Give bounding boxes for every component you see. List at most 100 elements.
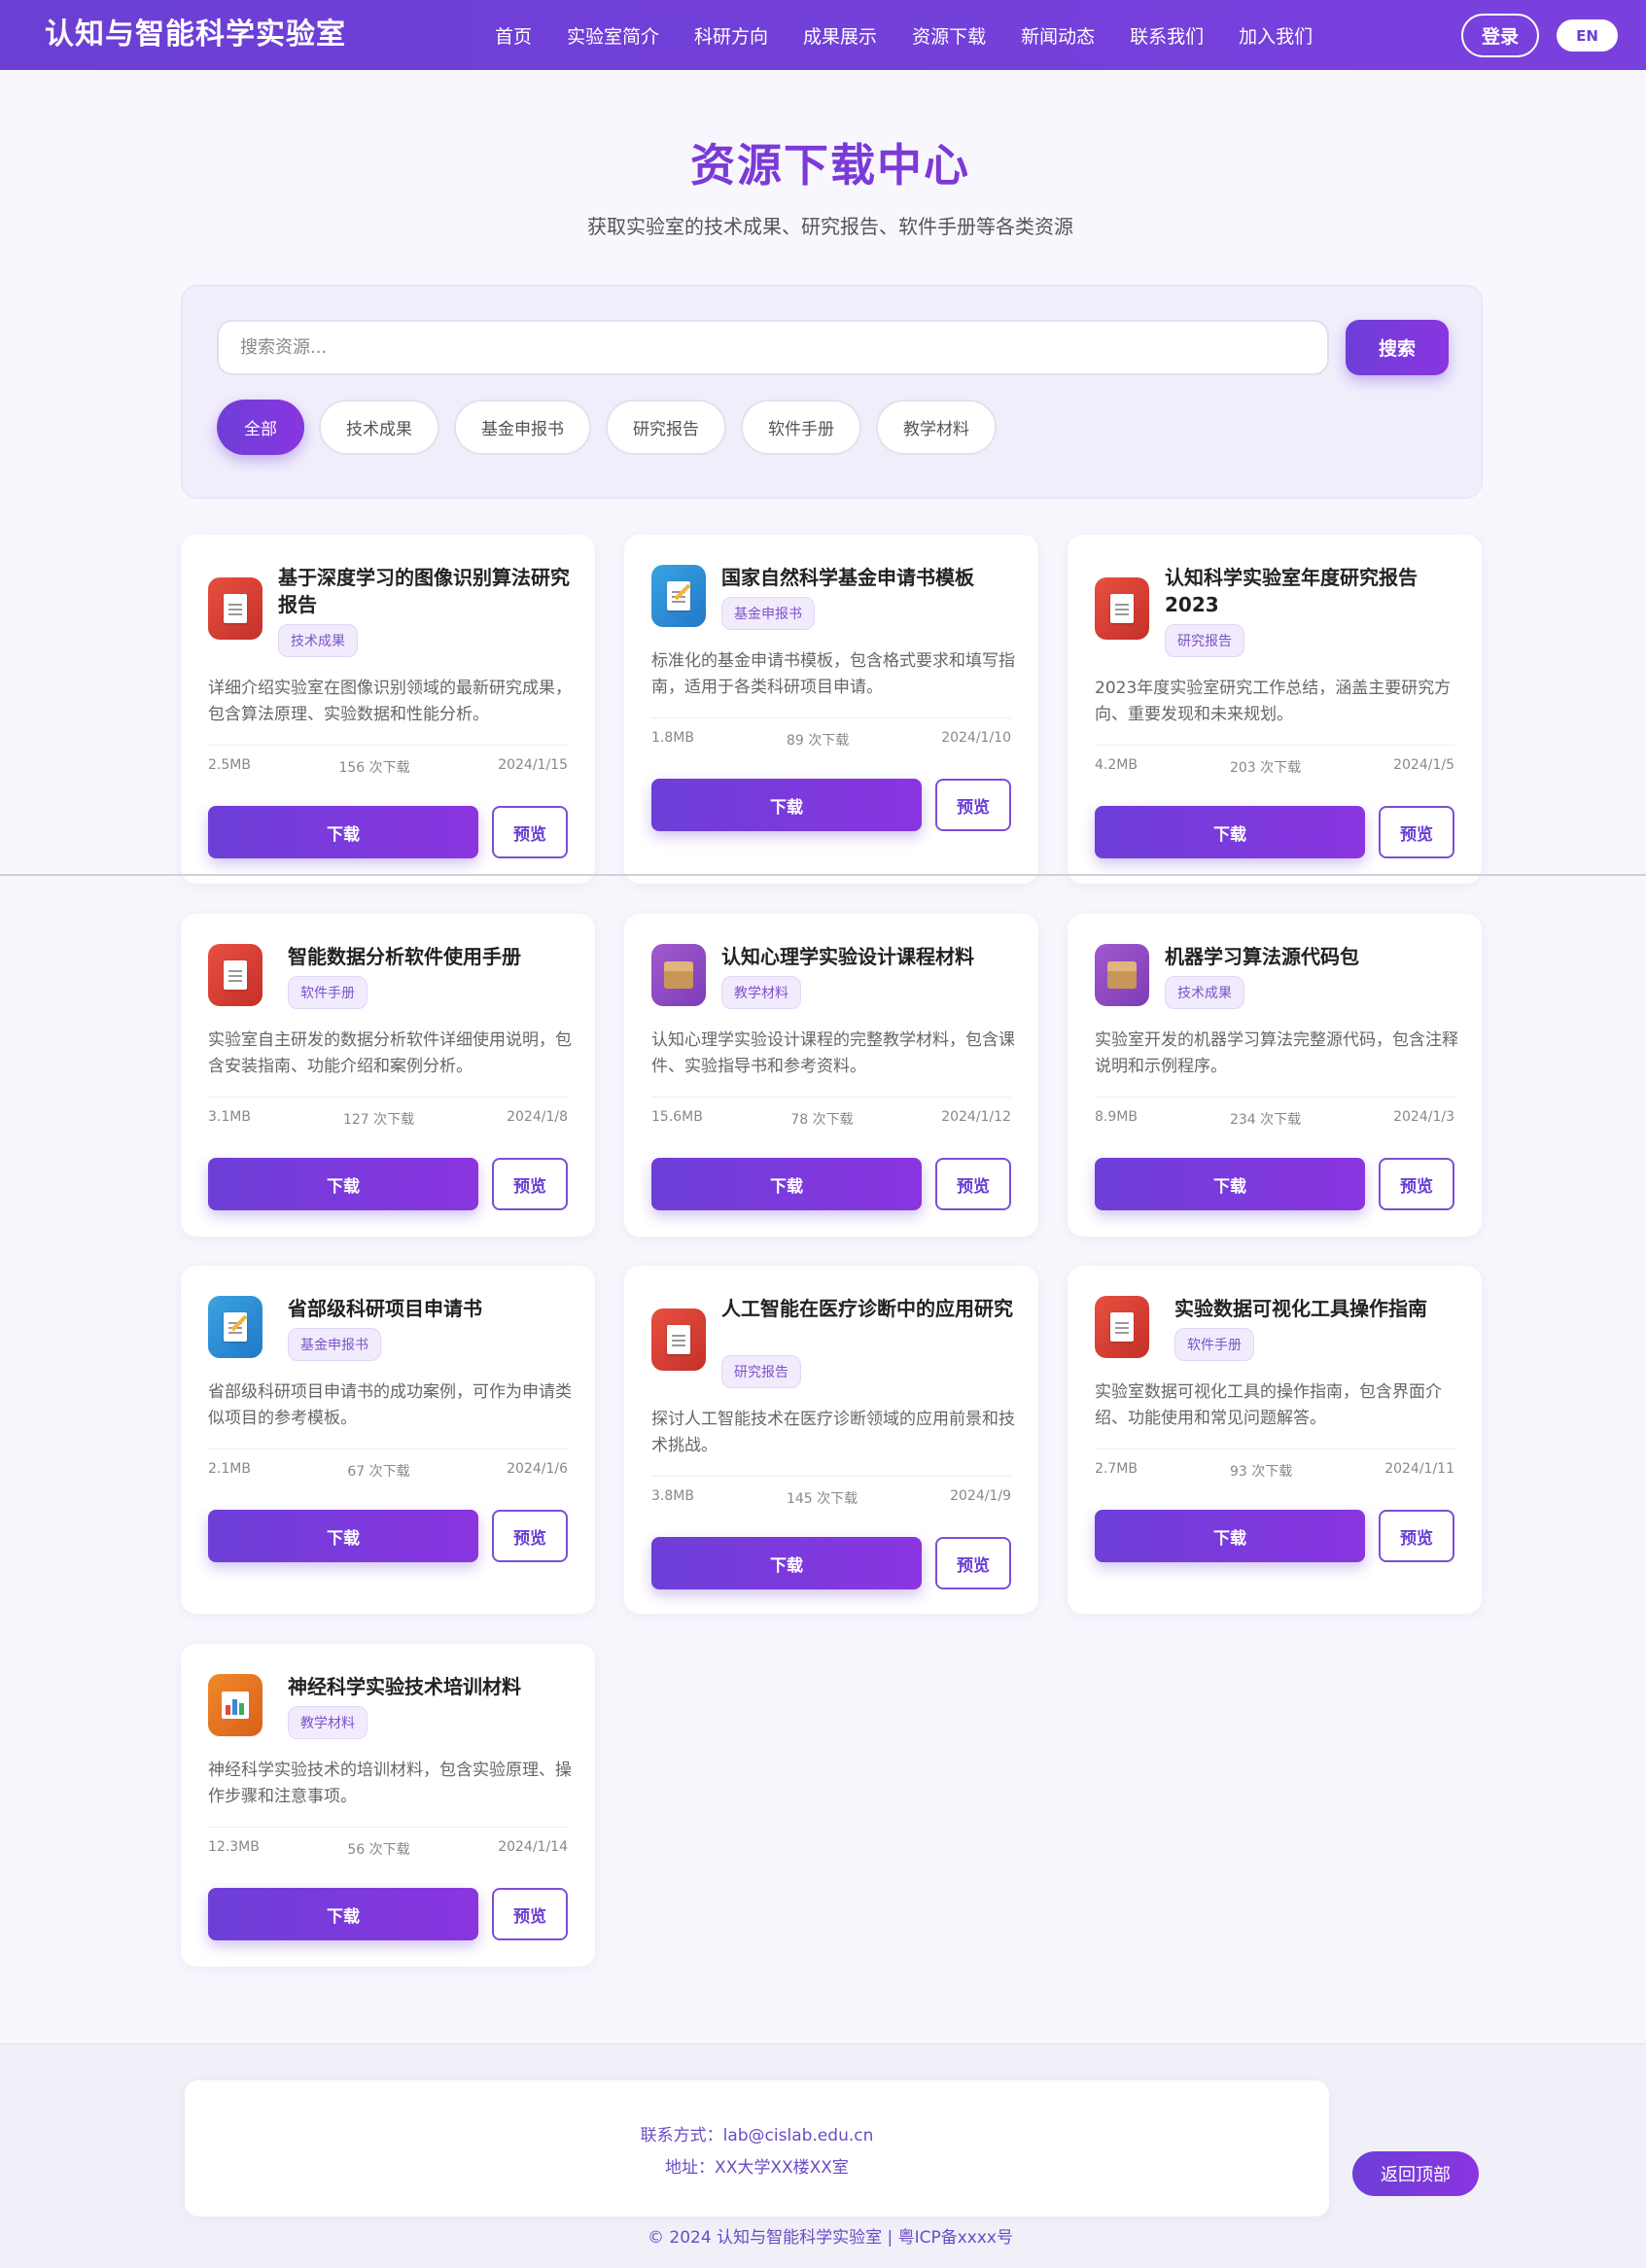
- resource-card: 机器学习算法源代码包 技术成果 实验室开发的机器学习算法完整源代码，包含注释说明…: [1068, 914, 1482, 1237]
- download-count: 78 次下载: [790, 1112, 854, 1128]
- card-divider: [208, 1097, 568, 1098]
- card-divider: [208, 745, 568, 746]
- resource-tag: 软件手册: [288, 976, 368, 1009]
- copyright: © 2024 认知与智能科学实验室 | 粤ICP备xxxx号: [648, 2228, 1013, 2248]
- preview-button[interactable]: 预览: [492, 806, 568, 858]
- nav-join[interactable]: 加入我们: [1221, 22, 1330, 49]
- file-size: 3.1MB: [208, 1109, 251, 1125]
- page-title: 资源下载中心: [690, 139, 970, 192]
- download-button[interactable]: 下载: [651, 1537, 922, 1589]
- download-button[interactable]: 下载: [208, 1158, 478, 1210]
- footer-address: 地址：XX大学XX楼XX室: [665, 2158, 849, 2178]
- filter-tech[interactable]: 技术成果: [319, 400, 439, 455]
- resource-meta: 2.1MB 67 次下载 2024/1/6: [208, 1461, 568, 1481]
- nav-downloads[interactable]: 资源下载: [894, 22, 1003, 49]
- card-divider: [1095, 745, 1454, 746]
- resource-description: 实验室数据可视化工具的操作指南，包含界面介绍、功能使用和常见问题解答。: [1095, 1382, 1442, 1428]
- file-size: 3.8MB: [651, 1488, 694, 1504]
- resource-tag: 基金申报书: [721, 597, 815, 630]
- download-count: 145 次下载: [786, 1491, 858, 1507]
- search-button[interactable]: 搜索: [1346, 320, 1449, 375]
- top-navbar: 认知与智能科学实验室 首页 实验室简介 科研方向 成果展示 资源下载 新闻动态 …: [0, 0, 1646, 70]
- resource-card: 实验数据可视化工具操作指南 软件手册 实验室数据可视化工具的操作指南，包含界面介…: [1068, 1266, 1482, 1614]
- filter-manual[interactable]: 软件手册: [741, 400, 861, 455]
- resource-description: 神经科学实验技术的培训材料，包含实验原理、操作步骤和注意事项。: [208, 1761, 572, 1806]
- resource-meta: 8.9MB 234 次下载 2024/1/3: [1095, 1109, 1454, 1129]
- document-icon: [1095, 1296, 1149, 1358]
- download-button[interactable]: 下载: [1095, 1510, 1365, 1562]
- nav-achievements[interactable]: 成果展示: [786, 22, 894, 49]
- nav-about[interactable]: 实验室简介: [549, 22, 677, 49]
- preview-button[interactable]: 预览: [935, 1537, 1011, 1589]
- resource-title: 认知科学实验室年度研究报告2023: [1165, 566, 1418, 616]
- preview-button[interactable]: 预览: [935, 779, 1011, 831]
- download-button[interactable]: 下载: [208, 806, 478, 858]
- file-size: 4.2MB: [1095, 757, 1138, 773]
- footer-contact-email[interactable]: 联系方式：lab@cislab.edu.cn: [185, 2121, 1329, 2146]
- preview-button[interactable]: 预览: [1379, 1158, 1454, 1210]
- resource-tag: 技术成果: [278, 624, 358, 657]
- file-size: 2.1MB: [208, 1461, 251, 1477]
- resource-title: 神经科学实验技术培训材料: [288, 1675, 521, 1698]
- card-divider: [1095, 1448, 1454, 1449]
- login-button[interactable]: 登录: [1461, 14, 1539, 57]
- download-button[interactable]: 下载: [208, 1888, 478, 1940]
- resource-description: 标准化的基金申请书模板，包含格式要求和填写指南，适用于各类科研项目申请。: [651, 651, 1015, 697]
- resource-meta: 2.7MB 93 次下载 2024/1/11: [1095, 1461, 1454, 1481]
- resource-tag: 教学材料: [721, 976, 801, 1009]
- card-divider: [208, 1827, 568, 1828]
- download-button[interactable]: 下载: [651, 779, 922, 831]
- resource-description: 省部级科研项目申请书的成功案例，可作为申请类似项目的参考模板。: [208, 1382, 572, 1428]
- resource-meta: 12.3MB 56 次下载 2024/1/14: [208, 1839, 568, 1859]
- upload-date: 2024/1/9: [950, 1488, 1011, 1504]
- download-button[interactable]: 下载: [1095, 1158, 1365, 1210]
- preview-button[interactable]: 预览: [1379, 1510, 1454, 1562]
- card-divider: [651, 1476, 1011, 1477]
- preview-button[interactable]: 预览: [492, 1888, 568, 1940]
- resource-title: 机器学习算法源代码包: [1165, 945, 1359, 968]
- resource-meta: 3.1MB 127 次下载 2024/1/8: [208, 1109, 568, 1129]
- filter-teaching[interactable]: 教学材料: [876, 400, 997, 455]
- card-divider: [1095, 1097, 1454, 1098]
- preview-button[interactable]: 预览: [492, 1158, 568, 1210]
- preview-button[interactable]: 预览: [1379, 806, 1454, 858]
- filter-report[interactable]: 研究报告: [606, 400, 726, 455]
- filter-fund[interactable]: 基金申报书: [454, 400, 591, 455]
- download-count: 56 次下载: [347, 1842, 410, 1858]
- resource-card: 人工智能在医疗诊断中的应用研究 研究报告 探讨人工智能技术在医疗诊断领域的应用前…: [624, 1266, 1038, 1614]
- nav-home[interactable]: 首页: [477, 22, 549, 49]
- upload-date: 2024/1/11: [1384, 1461, 1454, 1477]
- upload-date: 2024/1/5: [1393, 757, 1454, 773]
- nav-research[interactable]: 科研方向: [677, 22, 786, 49]
- document-icon: [208, 944, 263, 1006]
- upload-date: 2024/1/12: [941, 1109, 1011, 1125]
- upload-date: 2024/1/3: [1393, 1109, 1454, 1125]
- resource-description: 详细介绍实验室在图像识别领域的最新研究成果，包含算法原理、实验数据和性能分析。: [208, 679, 572, 724]
- nav-contact[interactable]: 联系我们: [1112, 22, 1221, 49]
- document-icon: [651, 1308, 706, 1371]
- download-button[interactable]: 下载: [1095, 806, 1365, 858]
- nav-news[interactable]: 新闻动态: [1003, 22, 1112, 49]
- file-size: 15.6MB: [651, 1109, 703, 1125]
- main-nav: 首页 实验室简介 科研方向 成果展示 资源下载 新闻动态 联系我们 加入我们: [477, 0, 1330, 70]
- search-panel: 搜索 全部 技术成果 基金申报书 研究报告 软件手册 教学材料: [181, 285, 1483, 499]
- page-subtitle: 获取实验室的技术成果、研究报告、软件手册等各类资源: [587, 215, 1073, 238]
- download-count: 156 次下载: [338, 760, 410, 776]
- upload-date: 2024/1/14: [498, 1839, 568, 1855]
- resource-meta: 15.6MB 78 次下载 2024/1/12: [651, 1109, 1011, 1129]
- category-filters: 全部 技术成果 基金申报书 研究报告 软件手册 教学材料: [217, 400, 997, 455]
- language-toggle[interactable]: EN: [1557, 19, 1618, 52]
- filter-all[interactable]: 全部: [217, 400, 304, 455]
- horizontal-rule: [0, 874, 1646, 876]
- site-logo[interactable]: 认知与智能科学实验室: [45, 0, 346, 70]
- download-button[interactable]: 下载: [651, 1158, 922, 1210]
- search-input[interactable]: [217, 320, 1329, 375]
- memo-icon: [208, 1296, 263, 1358]
- preview-button[interactable]: 预览: [935, 1158, 1011, 1210]
- upload-date: 2024/1/8: [507, 1109, 568, 1125]
- resource-tag: 研究报告: [721, 1355, 801, 1388]
- page: 认知与智能科学实验室 首页 实验室简介 科研方向 成果展示 资源下载 新闻动态 …: [0, 0, 1646, 2268]
- download-button[interactable]: 下载: [208, 1510, 478, 1562]
- back-to-top-button[interactable]: 返回顶部: [1352, 2151, 1479, 2196]
- preview-button[interactable]: 预览: [492, 1510, 568, 1562]
